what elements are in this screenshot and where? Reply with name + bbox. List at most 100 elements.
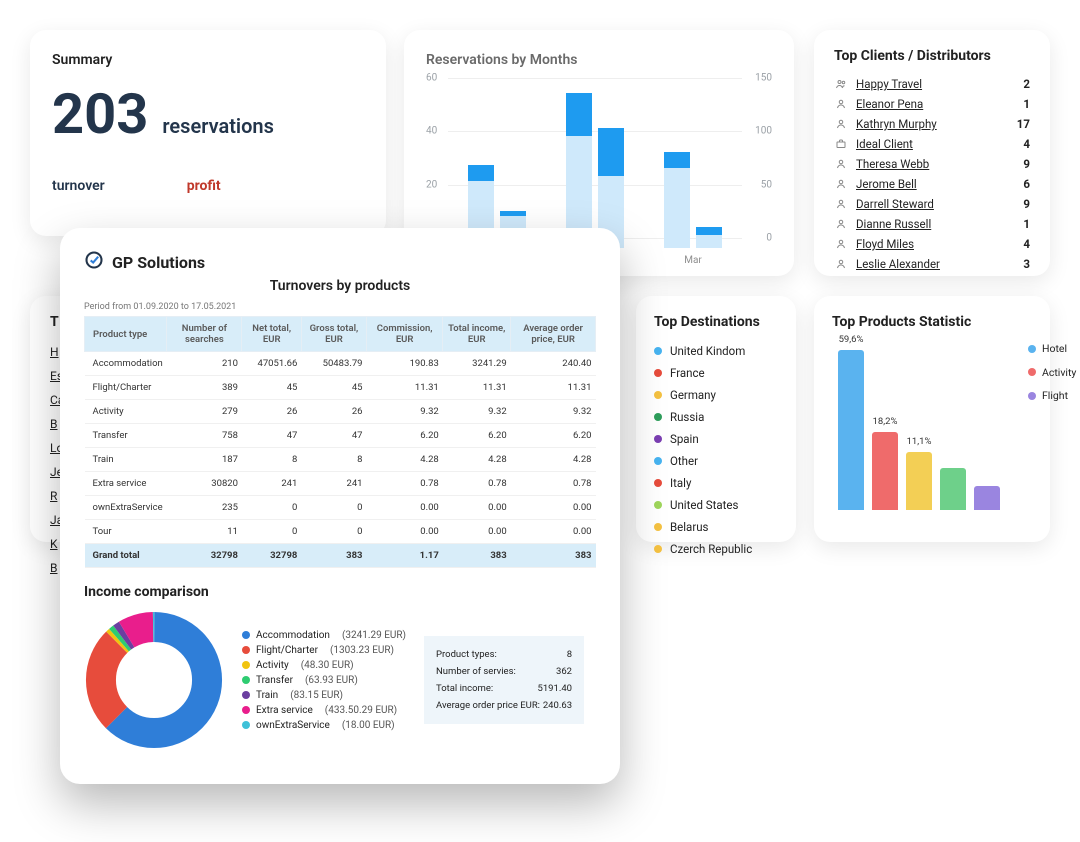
summary-title: Summary xyxy=(52,52,364,68)
destination-row[interactable]: United Kindom xyxy=(654,340,778,362)
table-header: Number of searches xyxy=(167,317,242,352)
top-destinations-title: Top Destinations xyxy=(654,314,778,330)
client-row[interactable]: Theresa Webb 9 xyxy=(834,154,1030,174)
destination-name: Czerch Republic xyxy=(670,542,752,556)
table-cell: Activity xyxy=(85,400,167,424)
table-cell: 210 xyxy=(167,352,242,376)
client-name[interactable]: Leslie Alexander xyxy=(856,257,1002,271)
client-name[interactable]: Ideal Client xyxy=(856,137,1002,151)
product-bar-label: 59,6% xyxy=(839,334,864,345)
table-header-row: Product typeNumber of searchesNet total,… xyxy=(85,317,596,352)
table-body: Accommodation21047051.6650483.79190.8332… xyxy=(85,352,596,568)
table-cell: Grand total xyxy=(85,544,167,568)
summary-unit: reservations xyxy=(162,114,274,138)
destination-row[interactable]: United States xyxy=(654,494,778,516)
table-cell: 0 xyxy=(301,496,366,520)
legend-label: Train xyxy=(256,690,278,701)
client-row[interactable]: Floyd Miles 4 xyxy=(834,234,1030,254)
user-icon xyxy=(834,237,848,251)
client-row[interactable]: Happy Travel 2 xyxy=(834,74,1030,94)
table-cell: 47051.66 xyxy=(242,352,301,376)
table-row: Extra service308202412410.780.780.78 xyxy=(85,472,596,496)
brand-check-icon xyxy=(84,250,104,274)
top-products-title: Top Products Statistic xyxy=(832,314,1032,330)
legend-dot-icon xyxy=(654,523,662,531)
legend-label: Flight/Charter xyxy=(256,645,318,656)
table-cell: Flight/Charter xyxy=(85,376,167,400)
table-cell: 383 xyxy=(443,544,511,568)
income-legend: Accommodation (3241.29 EUR) Flight/Chart… xyxy=(242,628,406,733)
top-clients-card: Top Clients / Distributors Happy Travel … xyxy=(814,30,1050,276)
client-row[interactable]: Kathryn Murphy 17 xyxy=(834,114,1030,134)
legend-label: Activity xyxy=(256,660,289,671)
table-row: Train187884.284.284.28 xyxy=(85,448,596,472)
table-cell: 4.28 xyxy=(443,448,511,472)
destination-row[interactable]: France xyxy=(654,362,778,384)
client-row[interactable]: Darrell Steward 9 xyxy=(834,194,1030,214)
client-count: 9 xyxy=(1010,197,1030,211)
table-cell: 187 xyxy=(167,448,242,472)
client-name[interactable]: Darrell Steward xyxy=(856,197,1002,211)
legend-dot-icon xyxy=(242,676,250,684)
table-row: ownExtraService235000.000.000.00 xyxy=(85,496,596,520)
summary-count: 203 xyxy=(52,86,148,142)
table-cell: 6.20 xyxy=(511,424,596,448)
destination-name: Russia xyxy=(670,410,704,424)
top-destinations-card: Top Destinations United Kindom France Ge… xyxy=(636,296,796,542)
bar-group: Mar xyxy=(664,152,722,248)
table-cell: 0.00 xyxy=(511,496,596,520)
table-cell: 190.83 xyxy=(367,352,443,376)
client-name[interactable]: Jerome Bell xyxy=(856,177,1002,191)
stats-row: Average order price EUR:240.63 xyxy=(436,697,572,714)
client-name[interactable]: Dianne Russell xyxy=(856,217,1002,231)
turnovers-table: Product typeNumber of searchesNet total,… xyxy=(84,316,596,568)
table-row: Flight/Charter389454511.3111.3111.31 xyxy=(85,376,596,400)
income-stats-box: Product types:8Number of servies:362Tota… xyxy=(424,636,584,724)
top-clients-title: Top Clients / Distributors xyxy=(834,48,1030,64)
client-row[interactable]: Jerome Bell 6 xyxy=(834,174,1030,194)
table-total-row: Grand total32798327983831.17383383 xyxy=(85,544,596,568)
user-icon xyxy=(834,217,848,231)
table-cell: 11.31 xyxy=(511,376,596,400)
stats-value: 8 xyxy=(567,649,572,660)
product-bar: 18,2% xyxy=(872,432,898,510)
table-cell: 758 xyxy=(167,424,242,448)
destination-row[interactable]: Germany xyxy=(654,384,778,406)
client-name[interactable]: Kathryn Murphy xyxy=(856,117,1002,131)
destination-row[interactable]: Other xyxy=(654,450,778,472)
destination-row[interactable]: Italy xyxy=(654,472,778,494)
table-cell: 0 xyxy=(301,520,366,544)
destination-row[interactable]: Spain xyxy=(654,428,778,450)
client-name[interactable]: Eleanor Pena xyxy=(856,97,1002,111)
table-cell: 241 xyxy=(242,472,301,496)
table-cell: 4.28 xyxy=(367,448,443,472)
client-row[interactable]: Ideal Client 4 xyxy=(834,134,1030,154)
destination-row[interactable]: Russia xyxy=(654,406,778,428)
stats-key: Total income: xyxy=(436,683,493,694)
summary-turnover-label: turnover xyxy=(52,178,105,194)
legend-dot-icon xyxy=(654,369,662,377)
client-name[interactable]: Happy Travel xyxy=(856,77,1002,91)
modal-period: Period from 01.09.2020 to 17.05.2021 xyxy=(84,302,596,312)
y-tick-left: 60 xyxy=(426,73,437,84)
table-cell: Extra service xyxy=(85,472,167,496)
user-icon xyxy=(834,117,848,131)
table-cell: 30820 xyxy=(167,472,242,496)
client-row[interactable]: Dianne Russell 1 xyxy=(834,214,1030,234)
y-tick-right: 50 xyxy=(761,179,772,190)
client-name[interactable]: Floyd Miles xyxy=(856,237,1002,251)
table-cell: 3241.29 xyxy=(443,352,511,376)
stats-value: 5191.40 xyxy=(537,683,572,694)
client-row[interactable]: Eleanor Pena 1 xyxy=(834,94,1030,114)
destination-row[interactable]: Belarus xyxy=(654,516,778,538)
client-name[interactable]: Theresa Webb xyxy=(856,157,1002,171)
y-tick-right: 100 xyxy=(755,126,772,137)
table-row: Transfer75847476.206.206.20 xyxy=(85,424,596,448)
product-legend-item: Flight xyxy=(1028,387,1076,404)
y-tick-left: 20 xyxy=(426,179,437,190)
client-row[interactable]: Leslie Alexander 3 xyxy=(834,254,1030,274)
table-header: Net total, EUR xyxy=(242,317,301,352)
table-cell: 0 xyxy=(242,520,301,544)
table-header: Product type xyxy=(85,317,167,352)
destination-row[interactable]: Czerch Republic xyxy=(654,538,778,560)
